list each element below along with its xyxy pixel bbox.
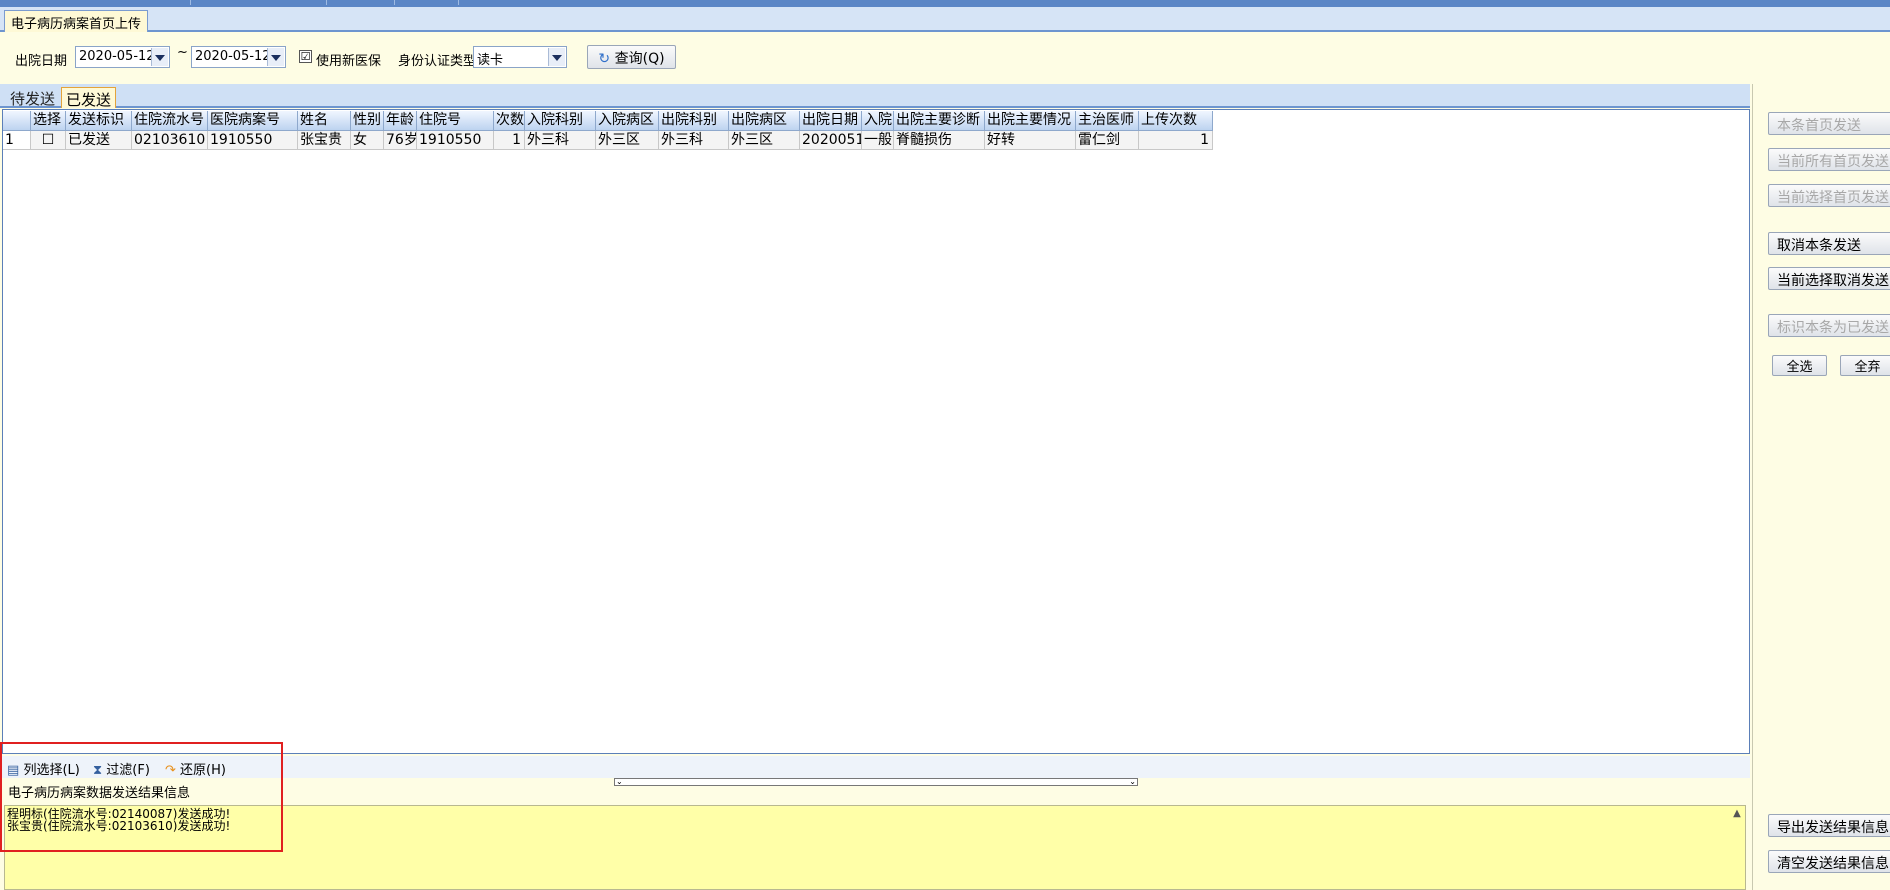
chevron-down-icon: ⌄ bbox=[616, 777, 623, 786]
highlight-box bbox=[0, 742, 283, 852]
column-header[interactable]: 医院病案号 bbox=[208, 111, 298, 131]
send-this-button[interactable]: 本条首页发送 bbox=[1768, 112, 1890, 135]
document-tab[interactable]: 电子病历病案首页上传 bbox=[4, 10, 149, 32]
deselect-all-button[interactable]: 全弃 bbox=[1840, 355, 1890, 376]
cancel-this-button[interactable]: 取消本条发送 bbox=[1768, 232, 1890, 255]
date-to-value: 2020-05-12 bbox=[195, 49, 271, 64]
document-tab-strip bbox=[0, 7, 1890, 32]
date-from-picker[interactable]: 2020-05-12 bbox=[75, 46, 170, 68]
new-insurance-checkbox[interactable]: ☑ bbox=[299, 50, 312, 63]
top-title-bar bbox=[0, 0, 1890, 7]
column-header[interactable]: 出院日期 bbox=[800, 111, 862, 131]
column-header[interactable]: 发送标识 bbox=[66, 111, 132, 131]
column-header[interactable]: 住院流水号 bbox=[132, 111, 208, 131]
column-header[interactable]: 入院病区 bbox=[596, 111, 659, 131]
query-button-label: 查询(Q) bbox=[614, 51, 665, 67]
table-cell: 1 bbox=[1139, 131, 1213, 150]
chevron-down-icon[interactable] bbox=[267, 48, 284, 66]
list-tab-strip bbox=[0, 84, 1750, 108]
query-button[interactable]: ↻ 查询(Q) bbox=[587, 45, 676, 69]
new-insurance-label: 使用新医保 bbox=[316, 54, 382, 69]
row-number: 1 bbox=[3, 131, 31, 150]
row-select-checkbox[interactable]: ☐ bbox=[31, 131, 66, 150]
discharge-date-label: 出院日期 bbox=[15, 54, 68, 69]
clear-results-button[interactable]: 清空发送结果信息 bbox=[1768, 850, 1890, 873]
column-header[interactable]: 选择 bbox=[31, 111, 66, 131]
table-cell: 女 bbox=[351, 131, 384, 150]
records-table[interactable]: 选择 发送标识 住院流水号 医院病案号 姓名 性别 年龄 住院号 次数 入院科别… bbox=[2, 109, 1750, 754]
table-cell: 已发送 bbox=[66, 131, 132, 150]
column-header[interactable]: 出院科别 bbox=[659, 111, 729, 131]
column-header[interactable]: 出院主要情况 bbox=[985, 111, 1076, 131]
table-cell: 外三区 bbox=[596, 131, 659, 150]
mark-sent-button[interactable]: 标识本条为已发送 bbox=[1768, 314, 1890, 337]
table-cell: 张宝贵 bbox=[298, 131, 351, 150]
send-selected-button[interactable]: 当前选择首页发送 bbox=[1768, 184, 1890, 207]
table-cell: 1910550 bbox=[417, 131, 494, 150]
chevron-down-icon[interactable] bbox=[548, 48, 565, 66]
scroll-up-arrow-icon[interactable]: ▲ bbox=[1730, 808, 1744, 822]
table-cell: 雷仁剑 bbox=[1076, 131, 1139, 150]
table-cell: 1 bbox=[494, 131, 525, 150]
table-cell: 脊髓损伤 bbox=[894, 131, 985, 150]
id-type-label: 身份认证类型 bbox=[398, 54, 477, 69]
refresh-icon: ↻ bbox=[598, 51, 611, 67]
table-cell: 好转 bbox=[985, 131, 1076, 150]
table-cell: 一般 bbox=[862, 131, 894, 150]
date-to-picker[interactable]: 2020-05-12 bbox=[191, 46, 286, 68]
id-type-select[interactable]: 读卡 bbox=[473, 46, 567, 68]
column-header[interactable]: 姓名 bbox=[298, 111, 351, 131]
column-header[interactable]: 入院 bbox=[862, 111, 894, 131]
column-header[interactable]: 住院号 bbox=[417, 111, 494, 131]
panel-splitter[interactable]: ⌄ ⌄ bbox=[614, 778, 1138, 786]
column-header[interactable]: 出院病区 bbox=[729, 111, 800, 131]
date-from-value: 2020-05-12 bbox=[79, 49, 155, 64]
date-range-separator: ~ bbox=[177, 45, 188, 60]
column-header[interactable]: 上传次数 bbox=[1139, 111, 1213, 131]
chevron-down-icon: ⌄ bbox=[1129, 777, 1136, 786]
table-cell: 1910550 bbox=[208, 131, 298, 150]
table-cell: 76岁 bbox=[384, 131, 417, 150]
tab-pending[interactable]: 待发送 bbox=[6, 87, 59, 108]
export-results-button[interactable]: 导出发送结果信息 bbox=[1768, 814, 1890, 837]
table-cell: 02103610 bbox=[132, 131, 208, 150]
send-all-button[interactable]: 当前所有首页发送 bbox=[1768, 148, 1890, 171]
column-header[interactable]: 性别 bbox=[351, 111, 384, 131]
column-header[interactable]: 年龄 bbox=[384, 111, 417, 131]
chevron-down-icon[interactable] bbox=[151, 48, 168, 66]
column-header[interactable]: 次数 bbox=[494, 111, 525, 131]
column-header[interactable]: 入院科别 bbox=[525, 111, 596, 131]
cancel-selected-button[interactable]: 当前选择取消发送 bbox=[1768, 267, 1890, 290]
column-header[interactable]: 出院主要诊断 bbox=[894, 111, 985, 131]
row-number-header bbox=[3, 111, 31, 131]
id-type-value: 读卡 bbox=[477, 53, 504, 68]
table-cell: 外三科 bbox=[525, 131, 596, 150]
select-all-button[interactable]: 全选 bbox=[1772, 355, 1827, 376]
table-cell: 20200512 bbox=[800, 131, 862, 150]
table-cell: 外三区 bbox=[729, 131, 800, 150]
tab-sent[interactable]: 已发送 bbox=[61, 87, 117, 109]
column-header[interactable]: 主治医师 bbox=[1076, 111, 1139, 131]
table-cell: 外三科 bbox=[659, 131, 729, 150]
